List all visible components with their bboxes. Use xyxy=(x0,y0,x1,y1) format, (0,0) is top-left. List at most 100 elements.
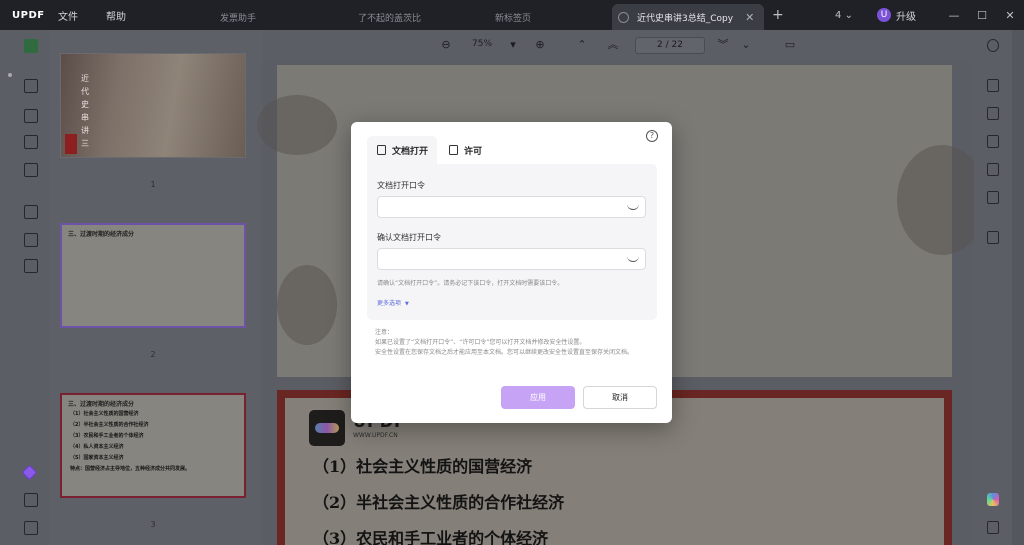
thumbnail-page-1[interactable]: 近代史串讲三 xyxy=(60,53,246,158)
ai-assistant-icon[interactable] xyxy=(987,493,999,506)
open-password-panel: 文档打开口令 确认文档打开口令 请确认“文档打开口令”。请务必记下该口令，打开文… xyxy=(367,164,657,320)
thumbnail-line: 特点：国营经济占主导地位，五种经济成分共同发展。 xyxy=(70,466,191,472)
notes-line: 如果已设置了“文档打开口令”、“许可口令”您可以打开文档并修改安全性设置。 xyxy=(375,339,586,346)
zoom-out-icon[interactable]: ⊖ xyxy=(440,39,452,51)
form-icon[interactable] xyxy=(24,135,38,149)
show-password-icon[interactable] xyxy=(627,254,639,262)
zoom-in-icon[interactable]: ⊕ xyxy=(534,39,546,51)
tab-current-document[interactable]: 近代史串讲3总结_Copy ✕ xyxy=(612,4,764,30)
last-page-icon[interactable]: ⌄ xyxy=(740,39,752,51)
upgrade-button[interactable]: 升级 xyxy=(896,8,916,23)
notes-line: 安全性设置在您保存文档之后才能应用至本文档。您可以继续更改安全性设置直至保存关闭… xyxy=(375,349,634,356)
open-password-label: 文档打开口令 xyxy=(377,181,425,190)
open-password-field[interactable] xyxy=(377,196,646,218)
convert-icon[interactable] xyxy=(987,107,999,120)
tab-invoice[interactable]: 发票助手 xyxy=(214,4,262,30)
organize-icon[interactable] xyxy=(24,163,38,177)
maximize-button[interactable]: ☐ xyxy=(968,9,996,22)
tab-gatsby[interactable]: 了不起的盖茨比 xyxy=(352,4,427,30)
thumbnail-header: 三、过渡时期的经济成分 xyxy=(68,231,135,238)
show-password-icon[interactable] xyxy=(627,202,639,210)
thumbnail-line: （4）私人资本主义经济 xyxy=(70,444,124,450)
ocr-tool-icon[interactable] xyxy=(987,79,999,92)
email-icon[interactable] xyxy=(987,191,999,204)
thumbnail-page-number: 2 xyxy=(150,350,156,359)
title-bar-right: 4 ⌄ U 升级 — ☐ ✕ xyxy=(835,0,1024,30)
bookmark-icon[interactable] xyxy=(24,493,38,507)
updf-logo xyxy=(309,410,345,446)
thumbnail-decoration xyxy=(65,134,77,154)
thumbnail-line: （1）社会主义性质的国营经济 xyxy=(70,411,139,417)
apply-button[interactable]: 应用 xyxy=(501,386,575,409)
page-text-line: （2）半社会主义性质的合作社经济 xyxy=(313,493,565,512)
edit-icon[interactable] xyxy=(24,109,38,123)
share-icon[interactable] xyxy=(987,163,999,176)
save-icon[interactable] xyxy=(987,231,999,244)
page-text-line: （1）社会主义性质的国营经济 xyxy=(313,457,533,476)
thumbnail-page-number: 1 xyxy=(150,180,156,189)
first-page-icon[interactable]: ⌃ xyxy=(576,39,588,51)
next-page-icon[interactable]: ︾ xyxy=(717,39,729,51)
tab-new[interactable]: 新标签页 xyxy=(489,4,537,30)
minimize-button[interactable]: — xyxy=(940,9,968,22)
caret-down-icon: ▼ xyxy=(405,301,409,307)
security-notes: 注意： 如果已设置了“文档打开口令”、“许可口令”您可以打开文档并修改安全性设置… xyxy=(375,328,655,358)
thumbnail-page-2[interactable]: 三、过渡时期的经济成分 xyxy=(60,223,246,328)
thumbnail-title: 近代史串讲三 xyxy=(81,74,89,148)
attachment-icon[interactable] xyxy=(24,521,38,535)
cancel-button[interactable]: 取消 xyxy=(583,386,657,409)
menu-file[interactable]: 文件 xyxy=(44,8,92,23)
password-hint: 请确认“文档打开口令”。请务必记下该口令，打开文档时需要该口令。 xyxy=(377,280,564,287)
password-dialog: ? 文档打开 许可 文档打开口令 确认文档打开口令 请确认“文档打开口令”。请务… xyxy=(351,122,672,423)
close-tab-icon[interactable]: ✕ xyxy=(745,11,754,24)
search-icon[interactable] xyxy=(987,39,999,52)
tab-label: 新标签页 xyxy=(495,13,532,24)
chat-icon[interactable] xyxy=(987,521,999,534)
page-number-input[interactable]: 2 / 22 xyxy=(635,37,705,54)
rail-indicator xyxy=(8,73,12,77)
thumbnail-line: （5）国家资本主义经济 xyxy=(70,455,124,461)
page-decoration xyxy=(257,95,337,155)
scrollbar[interactable] xyxy=(1012,30,1024,545)
notes-title: 注意： xyxy=(375,329,394,336)
tab-label: 许可 xyxy=(464,146,483,157)
ocr-icon[interactable] xyxy=(24,205,38,219)
tab-permission[interactable]: 许可 xyxy=(447,136,482,164)
dialog-tabs: 文档打开 许可 xyxy=(367,136,657,164)
tab-label: 发票助手 xyxy=(220,13,257,24)
right-tool-rail xyxy=(974,30,1012,545)
thumbnail-page-number: 3 xyxy=(150,520,156,529)
protect-icon[interactable] xyxy=(987,135,999,148)
document-open-icon xyxy=(377,145,386,155)
zoom-level[interactable]: 75% xyxy=(472,39,492,49)
view-toolbar: ⊖ 75% ▾ ⊕ ⌃ ︽ 2 / 22 ︾ ⌄ ▭ xyxy=(262,30,974,62)
new-tab-icon[interactable]: + xyxy=(772,7,784,23)
confirm-password-field[interactable] xyxy=(377,248,646,270)
tab-document-open[interactable]: 文档打开 xyxy=(367,136,437,164)
thumbnail-header: 三、过渡时期的经济成分 xyxy=(68,401,135,408)
permission-icon xyxy=(449,145,458,155)
crop-icon[interactable] xyxy=(24,233,38,247)
presentation-icon[interactable]: ▭ xyxy=(784,39,796,51)
close-window-button[interactable]: ✕ xyxy=(996,9,1024,22)
menu-help[interactable]: 帮助 xyxy=(92,8,140,23)
thumbnail-page-3[interactable]: 三、过渡时期的经济成分 （1）社会主义性质的国营经济 （2）半社会主义性质的合作… xyxy=(60,393,246,498)
page-text-line: （3）农民和手工业者的个体经济 xyxy=(313,529,549,545)
zoom-dropdown-icon[interactable]: ▾ xyxy=(507,39,519,51)
tab-count[interactable]: 4 ⌄ xyxy=(835,10,853,21)
previous-page-icon[interactable]: ︽ xyxy=(607,39,619,51)
document-tab-icon xyxy=(618,11,629,23)
tab-label: 文档打开 xyxy=(392,146,429,157)
comment-icon[interactable] xyxy=(24,79,38,93)
title-bar: UPDF 文件 帮助 发票助手 了不起的盖茨比 新标签页 近代史串讲3总结_Co… xyxy=(0,0,1024,30)
pages-icon[interactable] xyxy=(24,259,38,273)
reader-mode-icon[interactable] xyxy=(24,39,38,53)
thumbnail-line: （3）农民和手工业者的个体经济 xyxy=(70,433,144,439)
layers-icon[interactable] xyxy=(21,464,38,481)
brand-url: WWW.UPDF.CN xyxy=(353,432,398,439)
left-tool-rail xyxy=(0,30,50,545)
more-options-link[interactable]: 更多选项 ▼ xyxy=(377,298,409,307)
avatar[interactable]: U xyxy=(877,8,891,22)
app-window: UPDF 文件 帮助 发票助手 了不起的盖茨比 新标签页 近代史串讲3总结_Co… xyxy=(0,0,1024,545)
chevron-down-icon: ⌄ xyxy=(844,9,853,21)
